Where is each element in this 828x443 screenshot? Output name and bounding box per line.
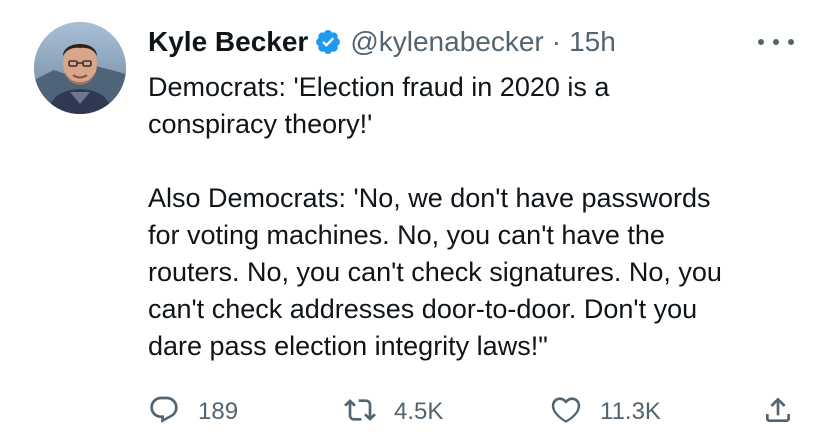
author-name[interactable]: Kyle Becker [148,26,308,58]
author-handle[interactable]: @kylenabecker [350,26,543,58]
share-button[interactable] [762,394,794,430]
reply-icon [148,394,180,431]
verified-badge-icon [314,28,342,56]
tweet-timestamp[interactable]: 15h [569,26,616,58]
like-button[interactable]: 11.3K [550,394,661,430]
action-bar: 189 4.5K 11.3K [148,394,808,430]
heart-icon [550,394,582,431]
retweet-button[interactable]: 4.5K [344,394,443,430]
tweet-text: Democrats: 'Election fraud in 2020 is a … [148,72,722,361]
more-dot [773,39,779,45]
reply-button[interactable]: 189 [148,394,238,430]
like-count: 11.3K [600,398,661,425]
tweet[interactable]: Kyle Becker @kylenabecker · 15h Democrat… [0,0,828,443]
retweet-count: 4.5K [394,398,444,425]
tweet-header: Kyle Becker @kylenabecker · 15h [148,24,616,60]
more-options-icon[interactable] [758,32,794,52]
share-icon [762,394,794,431]
retweet-icon [344,394,376,431]
more-dot [788,39,794,45]
avatar[interactable] [34,22,126,114]
reply-count: 189 [198,398,239,425]
separator-dot: · [551,26,562,57]
more-dot [758,39,764,45]
